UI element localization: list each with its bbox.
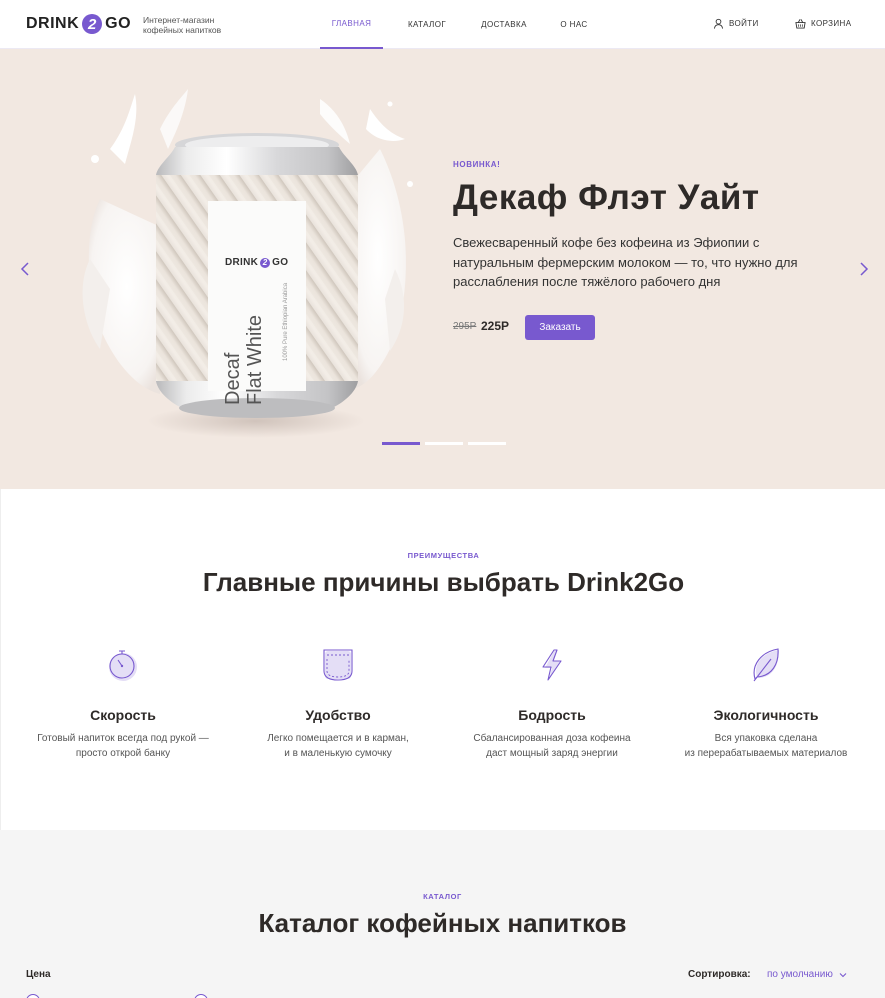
advantages-tag: ПРЕИМУЩЕСТВА [407,551,480,560]
can-brand-dot: 2 [260,257,271,268]
catalog-tag: КАТАЛОГ [423,892,462,901]
feature-comfort-text-1: Легко помещается и в карман, [267,733,409,744]
can-brand-label: DRINK 2 GO [225,257,288,268]
can-brand-right: GO [272,257,289,268]
site-header: DRINK 2 GO Интернет-магазин кофейных нап… [0,0,885,49]
pocket-icon [323,649,353,681]
nav-catalog[interactable]: КАТАЛОГ [402,0,452,49]
main-nav: ГЛАВНАЯ КАТАЛОГ ДОСТАВКА О НАС [320,0,594,49]
can-brand-left: DRINK [225,257,259,268]
feature-energy: Бодрость Сбалансированная доза кофеина да… [447,647,657,761]
sort-select[interactable]: по умолчанию [767,969,847,980]
old-price: 295Р [453,321,477,332]
hero-title: Декаф Флэт Уайт [453,178,760,217]
feature-eco-text-2: из перерабатываемых материалов [684,747,848,759]
price-slider-max-handle[interactable] [194,994,208,998]
feature-speed-text-2: просто открой банку [75,747,171,759]
feature-comfort-title: Удобство [305,707,371,723]
catalog-section: КАТАЛОГ Каталог кофейных напитков Цена С… [0,830,885,998]
slider-pagination [382,442,511,445]
slider-dot-2[interactable] [425,442,463,445]
cart-label: КОРЗИНА [811,19,852,28]
feature-eco-text-1: Вся упаковка сделана [714,733,818,744]
feature-comfort-text-2: и в маленькую сумочку [284,747,392,759]
feature-speed-text: Готовый напиток всегда под рукой — просто… [18,732,228,761]
login-label: ВОЙТИ [729,19,759,28]
order-button[interactable]: Заказать [525,315,595,340]
hero-badge: НОВИНКА! [453,160,501,169]
feature-energy-title: Бодрость [518,707,586,723]
logo-circle: 2 [82,14,103,34]
hero-description: Свежесваренный кофе без кофеина из Эфиоп… [453,235,798,289]
nav-delivery[interactable]: ДОСТАВКА [474,0,534,49]
slider-dot-3[interactable] [468,442,506,445]
login-link[interactable]: ВОЙТИ [713,18,759,29]
feature-comfort-text: Легко помещается и в карман, и в маленьку… [233,732,443,761]
feature-speed-text-1: Готовый напиток всегда под рукой — [37,733,209,744]
nav-home[interactable]: ГЛАВНАЯ [320,0,383,49]
chevron-down-icon [839,972,847,977]
feature-energy-text-2: даст мощный заряд энергии [486,747,618,759]
feature-energy-text: Сбалансированная доза кофеина даст мощный… [447,732,657,761]
logo-digit: 2 [88,15,97,33]
arrow-right-icon[interactable] [855,261,871,277]
logo-word-right: GO [105,15,132,32]
cart-link[interactable]: КОРЗИНА [795,18,851,29]
price-slider-min-handle[interactable] [26,994,40,998]
header-tagline: Интернет-магазин кофейных напитков [143,15,222,35]
user-icon [713,18,724,29]
feature-speed: Скорость Готовый напиток всегда под руко… [18,647,228,761]
arrow-left-icon[interactable] [18,261,34,277]
stopwatch-icon [109,650,137,681]
slider-dot-1[interactable] [382,442,420,445]
feature-comfort: Удобство Легко помещается и в карман, и в… [233,647,443,761]
feature-energy-text-1: Сбалансированная доза кофеина [473,733,631,744]
price-filter-label: Цена [26,969,51,980]
feature-eco-text: Вся упаковка сделана из перерабатываемых … [661,732,871,761]
sort-label: Сортировка: [688,969,751,980]
can-subtitle: 100% Pure Ethiopian Arabica [283,282,289,361]
leaf-icon [753,648,779,682]
catalog-title: Каталог кофейных напитков [258,908,627,938]
feature-speed-title: Скорость [90,707,156,723]
can-brand-digit: 2 [262,258,268,267]
can-product-name: Decaf Flat White [222,315,266,405]
feature-eco-title: Экологичность [713,707,819,723]
lightning-icon [542,649,562,681]
feature-eco: Экологичность Вся упаковка сделана из пер… [661,647,871,761]
nav-about[interactable]: О НАС [554,0,594,49]
can-name-line2: Flat White [244,314,266,405]
hero-slider: DRINK 2 GO Decaf Flat White 100% Pure Et… [0,49,885,489]
can-name-line1: Decaf [222,352,244,405]
logo-word-left: DRINK [26,15,80,32]
advantages-section: ПРЕИМУЩЕСТВА Главные причины выбрать Dri… [0,489,885,830]
logo[interactable]: DRINK 2 GO [26,13,131,35]
current-price: 225Р [481,319,510,333]
advantages-title: Главные причины выбрать Drink2Go [202,567,685,597]
sort-select-value: по умолчанию [767,969,833,980]
basket-icon [795,19,806,29]
